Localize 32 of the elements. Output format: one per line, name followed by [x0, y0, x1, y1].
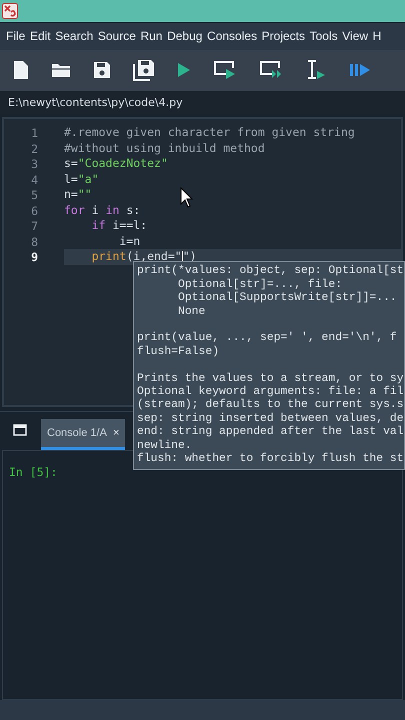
calltip-line: end: string appended after the last val — [137, 426, 404, 440]
code-line: n="" — [64, 187, 92, 203]
code-line: s="CoadezNotez" — [64, 156, 168, 172]
code-line: i=n — [118, 234, 140, 250]
line-number: 4 — [30, 172, 39, 187]
line-number: 9 — [30, 250, 39, 264]
code-line: #without using inbuild method — [64, 140, 265, 156]
calltip-line: Prints the values to a stream, or to sy — [137, 372, 404, 386]
calltip-line: Optional[SupportsWrite[str]]=... — [177, 292, 398, 306]
line-number: 1 — [30, 126, 39, 140]
line-number: 6 — [30, 204, 39, 218]
console-prompt: In [5]: — [9, 465, 58, 480]
calltip-line: None — [177, 306, 206, 319]
calltip-line: flush=False) — [137, 346, 220, 360]
line-number: 3 — [30, 157, 39, 172]
code-line: for i in s: — [64, 202, 140, 218]
line-number: 7 — [30, 219, 39, 234]
calltip-line: sep: string inserted between values, de — [137, 412, 404, 426]
calltip-line: (stream); defaults to the current sys.s — [137, 399, 404, 412]
calltip-line: newline. — [137, 440, 193, 452]
code-line: if i==l: — [90, 218, 148, 234]
code-line: l="a" — [64, 172, 99, 188]
line-number: 5 — [30, 188, 39, 202]
file-path: E:\newyt\contents\py\code\4.py — [8, 96, 183, 110]
line-number: 8 — [30, 234, 39, 249]
calltip-line: print(*values: object, sep: Optional[st — [137, 265, 404, 278]
calltip-line: flush: whether to forcibly flush the st — [137, 452, 404, 466]
calltip-line: Optional keyword arguments: file: a fil — [137, 386, 404, 398]
line-number: 2 — [30, 142, 39, 156]
calltip-line: Optional[str]=..., file: — [177, 278, 344, 292]
code-line: #.remove given character from given string — [64, 125, 355, 141]
calltip-line: print(value, ..., sep=' ', end='\n', f — [137, 332, 398, 346]
